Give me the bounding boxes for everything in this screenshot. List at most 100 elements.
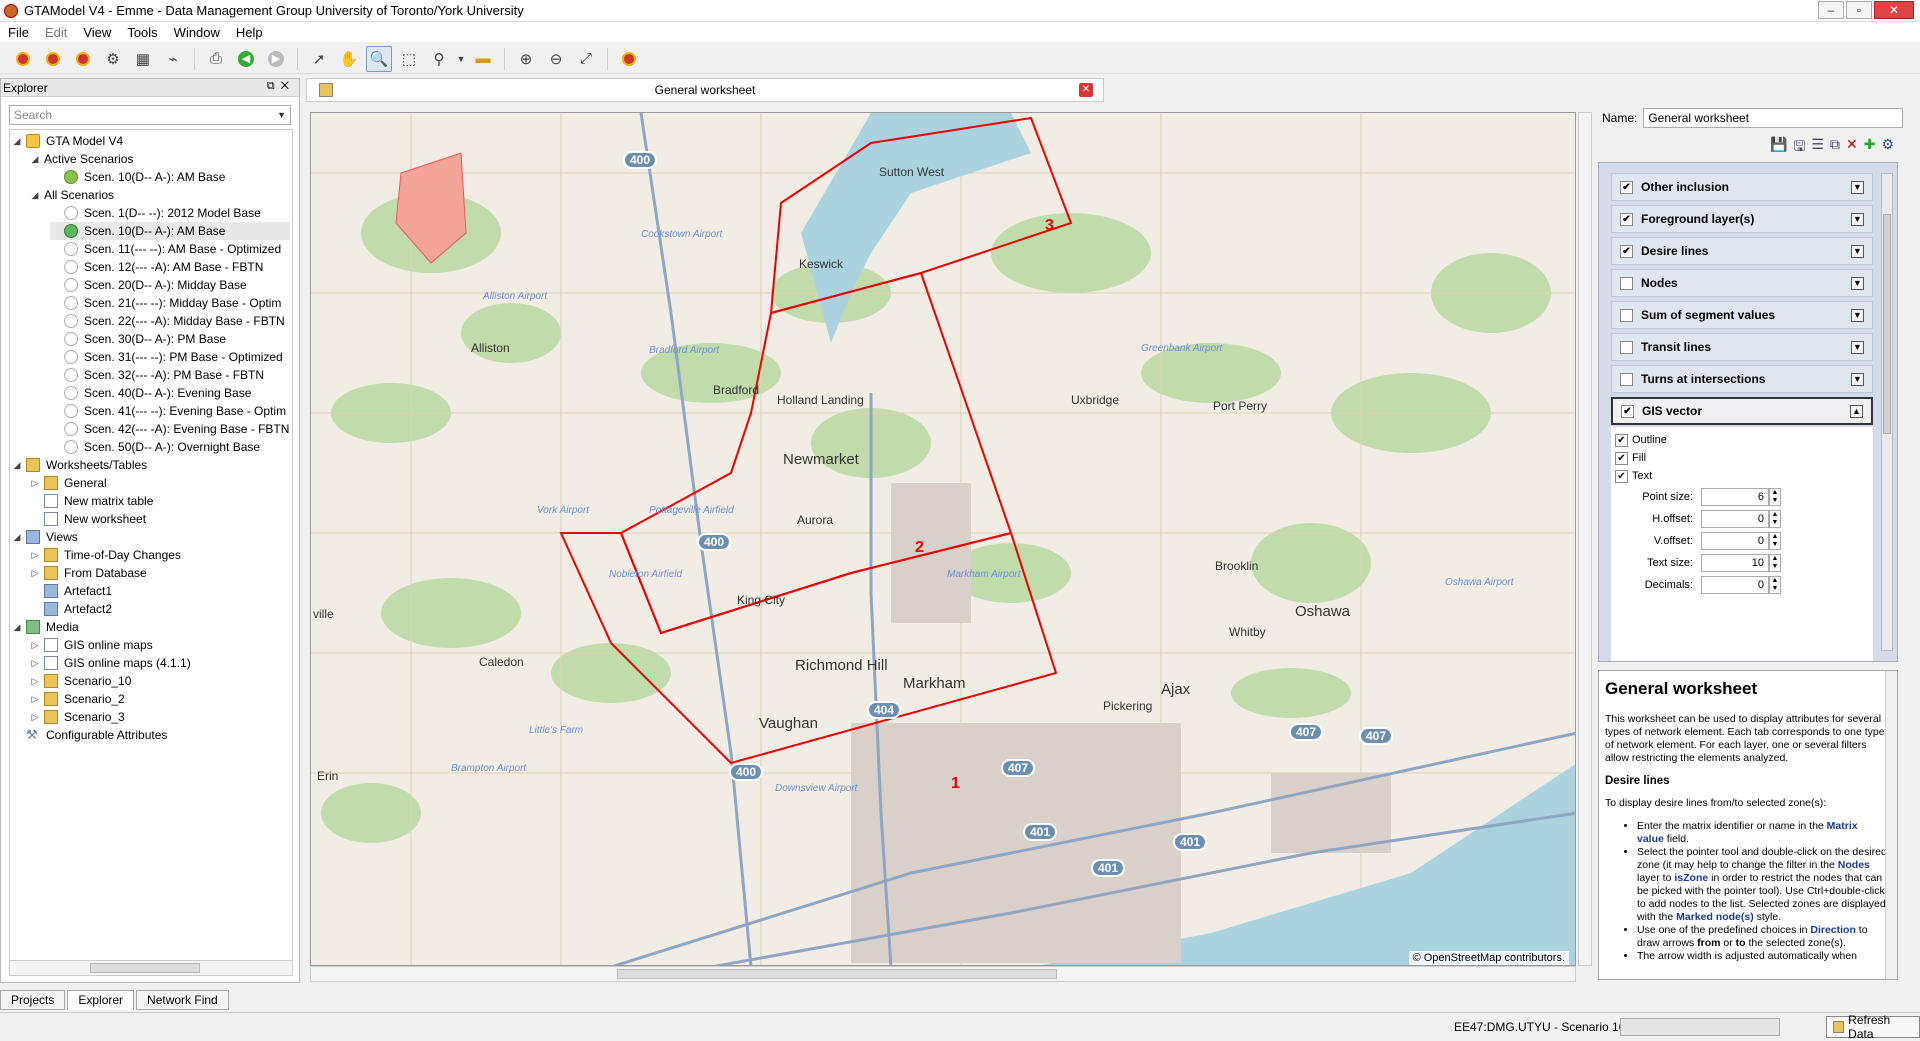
map-horizontal-scrollbar[interactable] <box>310 966 1576 982</box>
copy-icon[interactable]: ⧉ <box>1830 136 1840 158</box>
tree-item-scenario-selected[interactable]: Scen. 10(D-- A-): AM Base <box>50 222 290 240</box>
option-outline[interactable]: ✔ Outline <box>1615 431 1667 449</box>
tree-item-scenario[interactable]: Scen. 21(--- --): Midday Base - Optim <box>50 294 281 312</box>
menu-view[interactable]: View <box>75 25 119 40</box>
worksheet-tab[interactable]: General worksheet ✕ <box>306 78 1104 102</box>
network-editor-icon[interactable]: ▦ <box>130 46 156 72</box>
explorer-horizontal-scrollbar[interactable] <box>9 960 293 976</box>
layer-checkbox[interactable] <box>1620 276 1633 290</box>
settings-gear-icon[interactable]: ⚙ <box>1881 136 1894 158</box>
tree-item-scenario-10-folder[interactable]: ▷ Scenario_10 <box>30 672 131 690</box>
chevron-down-icon[interactable]: ▼ <box>1851 180 1864 194</box>
layers-scrollbar[interactable] <box>1881 173 1893 651</box>
layer-checkbox[interactable] <box>1620 340 1633 354</box>
tree-item-new-worksheet[interactable]: New worksheet <box>30 510 146 528</box>
tree-item-from-database[interactable]: ▷ From Database <box>30 564 147 582</box>
chevron-down-icon[interactable]: ▼ <box>1851 340 1864 354</box>
layer-other-inclusion[interactable]: ✔ Other inclusion ▼ <box>1611 173 1873 201</box>
layer-nodes[interactable]: Nodes ▼ <box>1611 269 1873 297</box>
tree-item-artefact1[interactable]: Artefact1 <box>30 582 112 600</box>
tab-projects[interactable]: Projects <box>0 990 66 1010</box>
tree-item-scenario[interactable]: Scen. 32(--- -A): PM Base - FBTN <box>50 366 264 384</box>
tree-item-all-scenarios[interactable]: ◢ All Scenarios <box>30 186 115 204</box>
link-icon[interactable]: ⌁ <box>160 46 186 72</box>
modeller-icon[interactable]: ⚙ <box>100 46 126 72</box>
zoom-out-icon[interactable]: ⊖ <box>543 46 569 72</box>
option-fill[interactable]: ✔ Fill <box>1615 449 1646 467</box>
text-size-field[interactable]: Text size: 10 ▲ ▼ <box>1611 553 1781 573</box>
tree-item-scenario[interactable]: Scen. 41(--- --): Evening Base - Optim <box>50 402 286 420</box>
explorer-panel-controls[interactable]: ⧉✕ <box>267 80 295 93</box>
layer-desire-lines[interactable]: ✔ Desire lines ▼ <box>1611 237 1873 265</box>
tree-item-artefact2[interactable]: Artefact2 <box>30 600 112 618</box>
layer-sum-of-segment-values[interactable]: Sum of segment values ▼ <box>1611 301 1873 329</box>
emme-logo-icon[interactable] <box>616 46 642 72</box>
tree-item-scenario[interactable]: Scen. 30(D-- A-): PM Base <box>50 330 226 348</box>
v-offset-field[interactable]: V.offset: 0 ▲ ▼ <box>1611 531 1781 551</box>
chevron-down-icon[interactable]: ▼ <box>1851 372 1864 386</box>
option-text[interactable]: ✔ Text <box>1615 467 1652 485</box>
print-icon[interactable]: ⎙ <box>203 46 229 72</box>
zoom-tool-icon[interactable]: 🔍 <box>366 45 392 72</box>
menu-tools[interactable]: Tools <box>119 25 165 40</box>
layer-checkbox[interactable]: ✔ <box>1620 244 1633 258</box>
layer-turns-at-intersections[interactable]: Turns at intersections ▼ <box>1611 365 1873 393</box>
emme-app-icon-2[interactable] <box>40 46 66 72</box>
tree-item-gis-online-maps[interactable]: ▷ GIS online maps <box>30 636 153 654</box>
chevron-down-icon[interactable]: ▼ <box>1851 244 1864 258</box>
save-icon[interactable]: 💾 <box>1770 136 1787 158</box>
close-icon[interactable]: ✕ <box>1079 83 1093 97</box>
save-as-icon[interactable]: 🖫 <box>1793 136 1805 158</box>
tree-item-configurable-attributes[interactable]: ⚒ Configurable Attributes <box>12 726 167 744</box>
tree-item-gta-model[interactable]: ◢ GTA Model V4 <box>12 132 123 150</box>
chevron-down-icon[interactable]: ▼ <box>1851 212 1864 226</box>
tree-item-scenario[interactable]: Scen. 12(--- -A): AM Base - FBTN <box>50 258 263 276</box>
back-icon[interactable]: ◀ <box>233 46 259 72</box>
help-scrollbar[interactable] <box>1885 671 1897 979</box>
menu-file[interactable]: File <box>0 25 37 40</box>
chevron-down-icon[interactable]: ▼ <box>277 110 286 120</box>
tab-explorer[interactable]: Explorer <box>67 990 135 1010</box>
tree-item-scenario[interactable]: Scen. 31(--- --): PM Base - Optimized <box>50 348 283 366</box>
tree-item-scenario[interactable]: Scen. 10(D-- A-): AM Base <box>50 168 225 186</box>
layer-gis-vector[interactable]: ✔ GIS vector ▲ <box>1611 397 1873 425</box>
dropdown-arrow-icon[interactable]: ▼ <box>456 46 466 72</box>
tree-item-scenario-2-folder[interactable]: ▷ Scenario_2 <box>30 690 125 708</box>
tree-item-scenario[interactable]: Scen. 40(D-- A-): Evening Base <box>50 384 251 402</box>
zoom-in-icon[interactable]: ⊕ <box>513 46 539 72</box>
emme-app-icon-3[interactable] <box>70 46 96 72</box>
tree-item-active-scenarios[interactable]: ◢ Active Scenarios <box>30 150 134 168</box>
menu-window[interactable]: Window <box>166 25 228 40</box>
tree-item-scenario[interactable]: Scen. 42(--- -A): Evening Base - FBTN <box>50 420 289 438</box>
tree-item-views[interactable]: ◢ Views <box>12 528 78 546</box>
binoculars-icon[interactable]: ⚲ <box>426 46 452 72</box>
tree-item-scenario[interactable]: Scen. 22(--- -A): Midday Base - FBTN <box>50 312 285 330</box>
tree-item-time-of-day[interactable]: ▷ Time-of-Day Changes <box>30 546 181 564</box>
add-layer-icon[interactable]: ✚ <box>1864 136 1876 158</box>
map-canvas[interactable]: Sutton West Keswick Bradford Holland Lan… <box>310 112 1576 966</box>
chevron-up-icon[interactable]: ▲ <box>1850 404 1863 418</box>
minimize-button[interactable]: – <box>1818 1 1844 19</box>
list-icon[interactable]: ☰ <box>1811 136 1824 158</box>
layer-checkbox[interactable]: ✔ <box>1620 180 1633 194</box>
forward-icon[interactable]: ▶ <box>263 46 289 72</box>
tree-item-media[interactable]: ◢ Media <box>12 618 79 636</box>
worksheet-name-input[interactable] <box>1643 108 1904 128</box>
layer-checkbox[interactable]: ✔ <box>1621 404 1634 418</box>
close-button[interactable]: ✕ <box>1874 1 1914 19</box>
layer-checkbox[interactable]: ✔ <box>1620 212 1633 226</box>
tree-item-scenario[interactable]: Scen. 11(--- --): AM Base - Optimized <box>50 240 281 258</box>
pointer-icon[interactable]: ➚ <box>306 46 332 72</box>
chevron-down-icon[interactable]: ▼ <box>1851 276 1864 290</box>
tree-item-scenario[interactable]: Scen. 50(D-- A-): Overnight Base <box>50 438 260 456</box>
zoom-extents-icon[interactable]: ⤢ <box>573 46 599 72</box>
tree-item-general[interactable]: ▷ General <box>30 474 107 492</box>
chevron-down-icon[interactable]: ▼ <box>1851 308 1864 322</box>
maximize-button[interactable]: ▫ <box>1846 1 1872 19</box>
tree-item-scenario-3-folder[interactable]: ▷ Scenario_3 <box>30 708 125 726</box>
decimals-field[interactable]: Decimals: 0 ▲ ▼ <box>1611 575 1781 595</box>
menu-edit[interactable]: Edit <box>37 25 75 40</box>
menu-help[interactable]: Help <box>228 25 271 40</box>
tree-item-scenario[interactable]: Scen. 20(D-- A-): Midday Base <box>50 276 247 294</box>
layer-checkbox[interactable] <box>1620 372 1633 386</box>
